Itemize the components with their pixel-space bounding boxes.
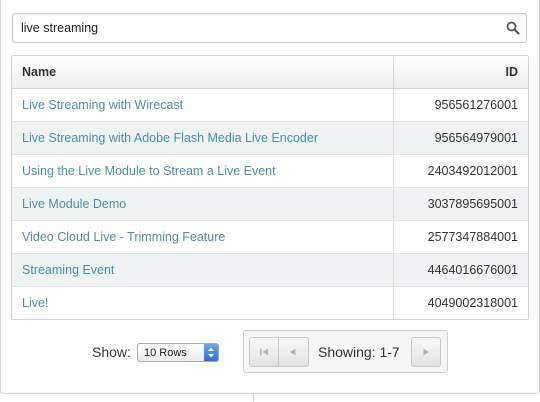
search-input[interactable] <box>13 14 501 42</box>
column-header-id-label: ID <box>505 65 519 79</box>
table-row[interactable]: Streaming Event 4464016676001 <box>12 254 528 287</box>
table-row[interactable]: Video Cloud Live - Trimming Feature 25773… <box>12 221 528 254</box>
cell-id: 4049002318001 <box>394 287 528 319</box>
cell-id: 2577347884001 <box>394 221 528 253</box>
table-row[interactable]: Live Streaming with Adobe Flash Media Li… <box>12 122 528 155</box>
showing-range: Showing: 1-7 <box>318 344 400 360</box>
cell-name: Using the Live Module to Stream a Live E… <box>12 155 394 187</box>
video-id: 956564979001 <box>434 131 518 145</box>
video-name-link[interactable]: Live! <box>22 296 48 310</box>
video-name-link[interactable]: Using the Live Module to Stream a Live E… <box>22 164 276 178</box>
video-name-link[interactable]: Live Streaming with Adobe Flash Media Li… <box>22 131 318 145</box>
video-id: 956561276001 <box>434 98 518 112</box>
video-name-link[interactable]: Video Cloud Live - Trimming Feature <box>22 230 225 244</box>
cell-id: 956561276001 <box>394 89 528 121</box>
select-arrows-icon <box>204 344 218 361</box>
panel-divider <box>253 394 254 402</box>
video-id: 2577347884001 <box>427 230 518 244</box>
video-name-link[interactable]: Live Module Demo <box>22 197 126 211</box>
cell-id: 2403492012001 <box>394 155 528 187</box>
column-header-id[interactable]: ID <box>394 56 528 88</box>
video-id: 4464016676001 <box>427 263 518 277</box>
pagination: Showing: 1-7 <box>243 330 448 373</box>
search-box <box>12 13 527 43</box>
cell-name: Live Module Demo <box>12 188 394 220</box>
table-row[interactable]: Using the Live Module to Stream a Live E… <box>12 155 528 188</box>
first-page-button[interactable] <box>249 337 279 367</box>
next-page-icon <box>423 348 429 356</box>
table-body: Live Streaming with Wirecast 956561276001… <box>12 89 528 319</box>
video-id: 4049002318001 <box>427 296 518 310</box>
video-name-link[interactable]: Streaming Event <box>22 263 114 277</box>
column-header-name-label: Name <box>22 65 57 79</box>
search-icon[interactable] <box>506 21 520 35</box>
table-footer: Show: 10 Rows Showing: 1-7 <box>0 329 540 375</box>
cell-name: Live Streaming with Wirecast <box>12 89 394 121</box>
video-name-link[interactable]: Live Streaming with Wirecast <box>22 98 183 112</box>
cell-name: Streaming Event <box>12 254 394 286</box>
show-label: Show: <box>92 344 131 360</box>
cell-id: 956564979001 <box>394 122 528 154</box>
prev-page-icon <box>290 348 296 356</box>
cell-name: Live! <box>12 287 394 319</box>
column-header-name[interactable]: Name <box>12 56 394 88</box>
results-table: Name ID Live Streaming with Wirecast 9565… <box>11 55 529 320</box>
video-id: 3037895695001 <box>427 197 518 211</box>
video-id: 2403492012001 <box>427 164 518 178</box>
table-header: Name ID <box>12 56 528 89</box>
table-row[interactable]: Live Module Demo 3037895695001 <box>12 188 528 221</box>
table-row[interactable]: Live! 4049002318001 <box>12 287 528 319</box>
rows-per-page-select[interactable]: 10 Rows <box>137 343 219 362</box>
prev-page-button[interactable] <box>279 337 309 367</box>
first-page-icon <box>260 348 268 356</box>
rows-per-page-value: 10 Rows <box>144 347 187 359</box>
table-row[interactable]: Live Streaming with Wirecast 956561276001 <box>12 89 528 122</box>
cell-id: 4464016676001 <box>394 254 528 286</box>
cell-name: Live Streaming with Adobe Flash Media Li… <box>12 122 394 154</box>
cell-name: Video Cloud Live - Trimming Feature <box>12 221 394 253</box>
cell-id: 3037895695001 <box>394 188 528 220</box>
next-page-button[interactable] <box>411 337 441 367</box>
